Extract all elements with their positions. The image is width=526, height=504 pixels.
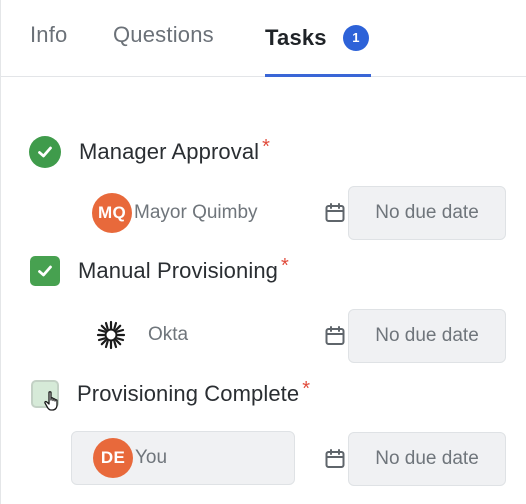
task-header-provisioning-complete: Provisioning Complete *: [29, 377, 310, 411]
tab-tasks[interactable]: Tasks 1: [265, 0, 371, 77]
due-date-field[interactable]: No due date: [348, 432, 506, 486]
assignee-name: Mayor Quimby: [134, 202, 258, 223]
tab-bar: Info Questions Tasks 1: [1, 0, 526, 77]
completed-check-icon: [29, 136, 61, 168]
assignee-select[interactable]: DE You: [71, 431, 295, 485]
tab-tasks-label: Tasks: [265, 25, 327, 50]
task-title: Provisioning Complete: [77, 381, 300, 406]
tasks-count-badge: 1: [343, 25, 369, 51]
task-title: Manager Approval: [79, 139, 260, 164]
calendar-icon: [325, 326, 345, 345]
active-tab-indicator: [265, 74, 371, 77]
avatar: DE: [93, 438, 133, 478]
task-title: Manual Provisioning: [78, 258, 279, 283]
hand-cursor-icon: [44, 391, 58, 411]
required-asterisk: *: [281, 254, 289, 277]
tab-questions[interactable]: Questions: [113, 22, 214, 48]
tab-questions-label: Questions: [113, 22, 214, 47]
task-header-manager-approval: Manager Approval *: [29, 135, 270, 169]
checked-checkbox-icon[interactable]: [30, 256, 60, 286]
task-header-manual-provisioning: Manual Provisioning *: [29, 254, 289, 288]
calendar-icon: [325, 449, 345, 468]
required-asterisk: *: [262, 135, 270, 158]
due-date-field[interactable]: No due date: [348, 309, 506, 363]
unchecked-checkbox[interactable]: [31, 380, 59, 411]
assignee-name: Okta: [148, 324, 189, 345]
tab-info[interactable]: Info: [30, 22, 68, 48]
required-asterisk: *: [302, 377, 311, 400]
assignee-name: You: [135, 447, 168, 468]
tab-info-label: Info: [30, 22, 68, 47]
task-panel: Info Questions Tasks 1 Manager Approval …: [0, 0, 526, 504]
task-assignee: Okta: [71, 308, 188, 362]
avatar: MQ: [92, 193, 132, 233]
task-assignee: MQ Mayor Quimby: [71, 186, 258, 240]
due-date-field[interactable]: No due date: [348, 186, 506, 240]
calendar-icon: [325, 203, 345, 222]
okta-logo-icon: [96, 320, 126, 350]
